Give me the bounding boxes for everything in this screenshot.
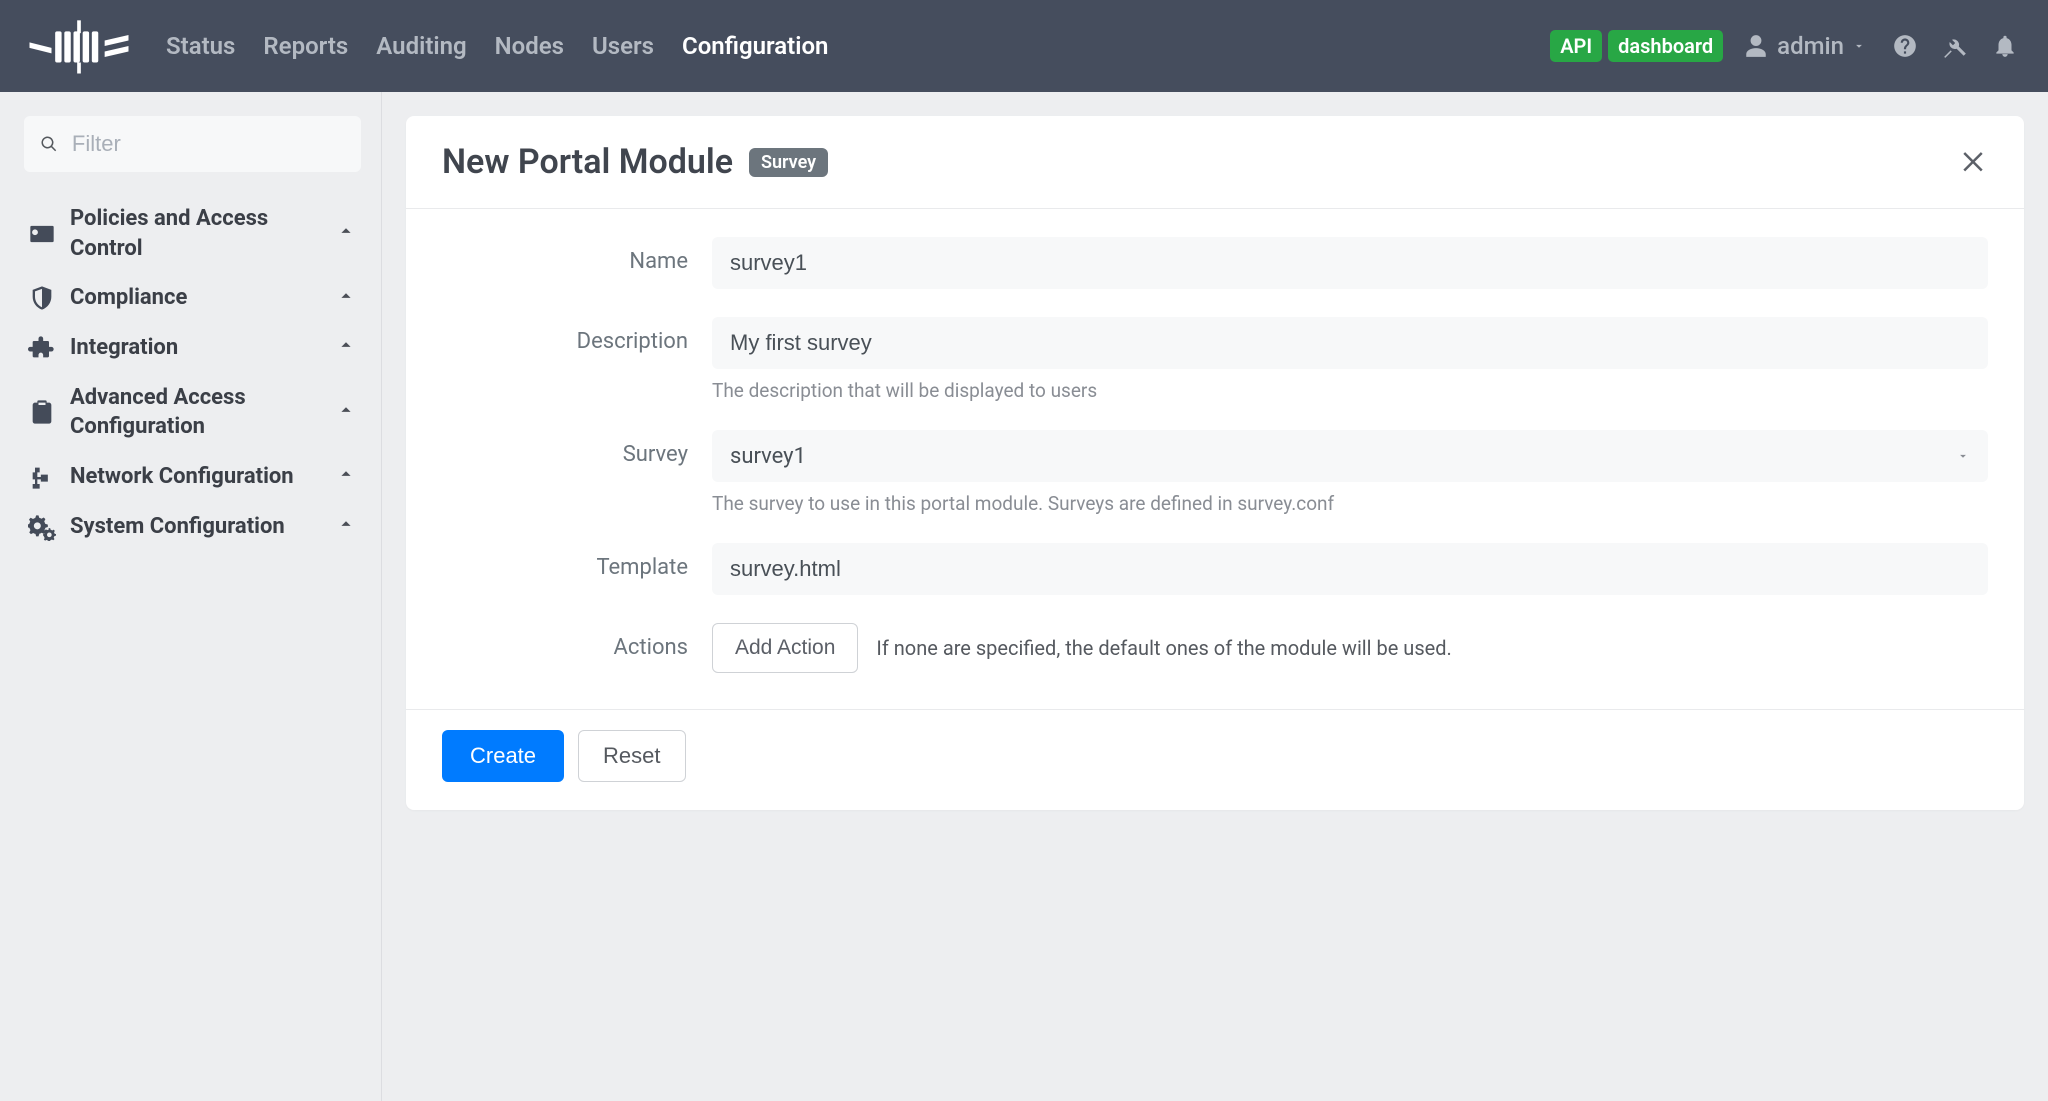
user-name: admin: [1777, 32, 1844, 60]
sidebar-item-label: Network Configuration: [70, 462, 335, 492]
close-button[interactable]: [1958, 145, 1988, 180]
chevron-up-icon: [335, 220, 357, 242]
actions-help: If none are specified, the default ones …: [876, 636, 1451, 660]
sidebar-item-policies-access-control[interactable]: Policies and Access Control: [24, 194, 361, 273]
search-icon: [40, 134, 58, 154]
description-input[interactable]: [712, 317, 1988, 369]
sidebar-item-network-configuration[interactable]: Network Configuration: [24, 452, 361, 502]
caret-down-icon: [1852, 39, 1866, 53]
sidebar: Policies and Access Control Compliance I…: [0, 92, 382, 1101]
chevron-up-icon: [335, 463, 357, 485]
tools-icon: [1942, 33, 1968, 59]
gears-icon: [28, 513, 56, 541]
create-button[interactable]: Create: [442, 730, 564, 782]
chevron-up-icon: [335, 513, 357, 535]
nav-status[interactable]: Status: [152, 24, 249, 68]
puzzle-icon: [28, 334, 56, 362]
api-badge[interactable]: API: [1550, 30, 1602, 62]
panel-header: New Portal Module Survey: [406, 116, 2024, 209]
chevron-up-icon: [335, 399, 357, 421]
network-icon: [28, 463, 56, 491]
filter-wrap[interactable]: [24, 116, 361, 172]
shield-icon: [28, 284, 56, 312]
sidebar-item-compliance[interactable]: Compliance: [24, 273, 361, 323]
form-row-name: Name: [442, 237, 1988, 289]
form-row-actions: Actions Add Action If none are specified…: [442, 623, 1988, 673]
survey-select[interactable]: survey1: [712, 430, 1988, 482]
form-row-description: Description The description that will be…: [442, 317, 1988, 402]
label-survey: Survey: [442, 430, 712, 467]
dashboard-badge[interactable]: dashboard: [1608, 30, 1723, 62]
app-logo: [24, 16, 134, 76]
sidebar-item-label: System Configuration: [70, 512, 335, 542]
add-action-button[interactable]: Add Action: [712, 623, 858, 673]
survey-help: The survey to use in this portal module.…: [712, 492, 1988, 515]
label-name: Name: [442, 237, 712, 274]
tools-button[interactable]: [1936, 27, 1974, 65]
nav-users[interactable]: Users: [578, 24, 668, 68]
sidebar-item-advanced-access-configuration[interactable]: Advanced Access Configuration: [24, 373, 361, 452]
nav-auditing[interactable]: Auditing: [362, 24, 480, 68]
panel-title: New Portal Module: [442, 142, 733, 182]
main-content: New Portal Module Survey Name Descriptio…: [382, 92, 2048, 1101]
api-badges: API dashboard: [1550, 30, 1723, 62]
label-description: Description: [442, 317, 712, 354]
form-row-survey: Survey survey1 The survey to use in this…: [442, 430, 1988, 515]
caret-down-icon: [1956, 449, 1970, 463]
sidebar-item-label: Integration: [70, 333, 335, 363]
label-template: Template: [442, 543, 712, 580]
name-input[interactable]: [712, 237, 1988, 289]
description-help: The description that will be displayed t…: [712, 379, 1988, 402]
user-menu[interactable]: admin: [1735, 32, 1874, 60]
chevron-up-icon: [335, 334, 357, 356]
nav-items: Status Reports Auditing Nodes Users Conf…: [152, 24, 842, 68]
user-icon: [1743, 33, 1769, 59]
help-icon: [1892, 33, 1918, 59]
nav-right: API dashboard admin: [1550, 27, 2024, 65]
form-panel: New Portal Module Survey Name Descriptio…: [406, 116, 2024, 810]
label-actions: Actions: [442, 623, 712, 660]
template-input[interactable]: [712, 543, 1988, 595]
notifications-button[interactable]: [1986, 27, 2024, 65]
close-icon: [1958, 145, 1988, 175]
sidebar-item-label: Policies and Access Control: [70, 204, 335, 263]
top-navbar: Status Reports Auditing Nodes Users Conf…: [0, 0, 2048, 92]
nav-reports[interactable]: Reports: [249, 24, 362, 68]
reset-button[interactable]: Reset: [578, 730, 685, 782]
chevron-up-icon: [335, 285, 357, 307]
nav-nodes[interactable]: Nodes: [481, 24, 578, 68]
sidebar-item-label: Compliance: [70, 283, 335, 313]
nav-configuration[interactable]: Configuration: [668, 24, 842, 68]
sidebar-item-system-configuration[interactable]: System Configuration: [24, 502, 361, 552]
panel-footer: Create Reset: [406, 710, 2024, 810]
panel-type-badge: Survey: [749, 148, 828, 177]
sidebar-item-label: Advanced Access Configuration: [70, 383, 335, 442]
panel-body: Name Description The description that wi…: [406, 209, 2024, 710]
help-button[interactable]: [1886, 27, 1924, 65]
sidebar-item-integration[interactable]: Integration: [24, 323, 361, 373]
form-row-template: Template: [442, 543, 1988, 595]
clipboard-icon: [28, 398, 56, 426]
filter-input[interactable]: [72, 131, 345, 157]
bell-icon: [1992, 33, 2018, 59]
survey-select-value: survey1: [730, 444, 806, 469]
id-card-icon: [28, 220, 56, 248]
